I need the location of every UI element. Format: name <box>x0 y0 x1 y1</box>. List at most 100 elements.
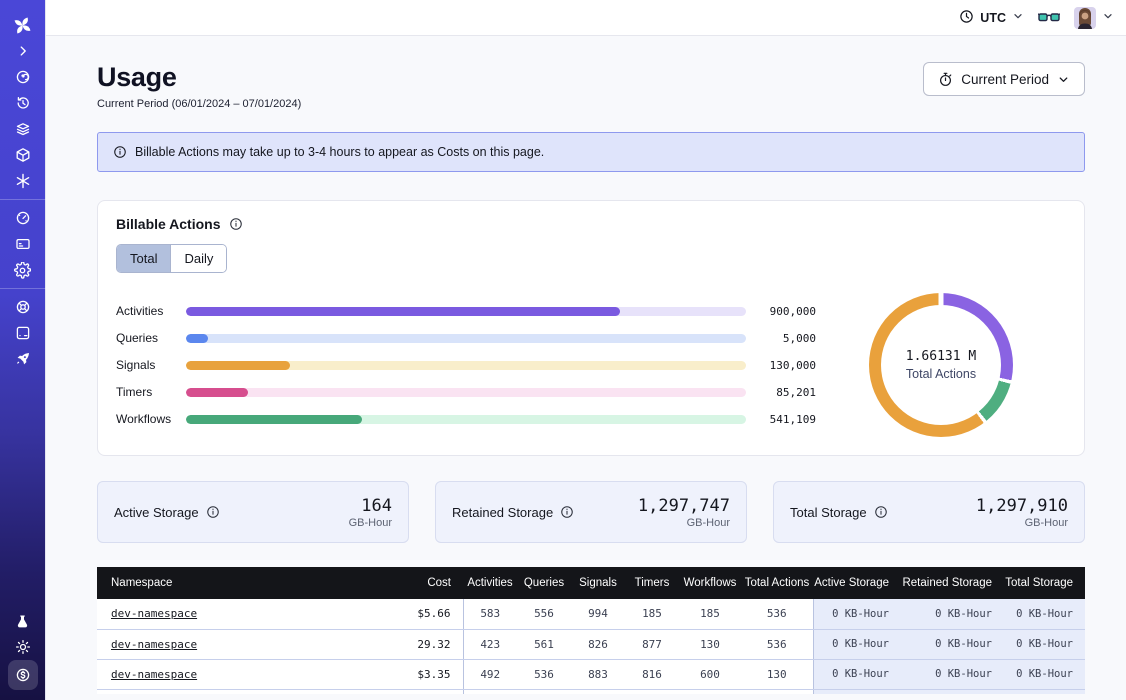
banner-text: Billable Actions may take up to 3-4 hour… <box>135 145 544 159</box>
bar-track <box>186 388 746 397</box>
column-header-cost: Cost <box>375 567 463 599</box>
bar-fill <box>186 361 290 370</box>
bar-fill <box>186 415 362 424</box>
bar-value: 541,109 <box>746 413 816 426</box>
column-header-workflows: Workflows <box>679 567 741 599</box>
namespaces-spiral-icon[interactable] <box>8 64 38 90</box>
storage-card-label: Active Storage <box>114 505 199 520</box>
support-lifebuoy-icon[interactable] <box>8 294 38 320</box>
labs-flask-icon[interactable] <box>8 608 38 634</box>
total-actions-donut: 1.66131 M Total Actions <box>816 293 1066 437</box>
cell-total-storage: 0 KB-Hour <box>1004 659 1085 689</box>
layers-icon[interactable] <box>8 116 38 142</box>
usage-dollar-icon[interactable] <box>8 660 38 690</box>
bar-fill <box>186 388 248 397</box>
namespace-link[interactable]: dev-namespace <box>111 668 197 681</box>
chevron-down-icon <box>1057 73 1070 86</box>
billing-card-icon[interactable] <box>8 231 38 257</box>
cell-queries: 536 <box>517 659 571 689</box>
stopwatch-icon <box>938 72 953 87</box>
billable-view-toggle: Total Daily <box>116 244 227 273</box>
cell-activities: 583 <box>463 599 517 629</box>
column-header-namespace: Namespace <box>97 567 375 599</box>
content: Usage Current Period (06/01/2024 – 07/01… <box>46 36 1126 694</box>
bar-value: 130,000 <box>746 359 816 372</box>
cell-timers: 877 <box>625 629 679 659</box>
info-banner: Billable Actions may take up to 3-4 hour… <box>97 132 1085 172</box>
tab-total[interactable]: Total <box>117 245 170 272</box>
info-icon[interactable] <box>874 505 888 519</box>
bar-track <box>186 361 746 370</box>
table-row: dev-namespace 29.32 423 561 826 877 130 … <box>97 629 1085 659</box>
timezone-selector[interactable]: UTC <box>959 9 1024 27</box>
retained-storage-card: Retained Storage 1,297,747 GB-Hour <box>435 481 747 543</box>
usage-gauge-icon[interactable] <box>8 205 38 231</box>
table-row-partial <box>97 689 1085 694</box>
bar-value: 900,000 <box>746 305 816 318</box>
column-header-total-storage: Total Storage <box>1004 567 1085 599</box>
docs-terminal-icon[interactable] <box>8 320 38 346</box>
deployments-cube-icon[interactable] <box>8 142 38 168</box>
info-icon[interactable] <box>560 505 574 519</box>
cell-cost: $5.66 <box>375 599 463 629</box>
bar-value: 85,201 <box>746 386 816 399</box>
clock-icon <box>959 9 974 27</box>
info-icon[interactable] <box>229 217 243 231</box>
timezone-label: UTC <box>980 11 1006 25</box>
page-title: Usage <box>97 62 301 93</box>
period-selector-button[interactable]: Current Period <box>923 62 1085 96</box>
cell-cost: 29.32 <box>375 629 463 659</box>
nexus-asterisk-icon[interactable] <box>8 168 38 194</box>
billable-actions-card: Billable Actions Total Daily Activities … <box>97 200 1085 456</box>
namespace-link[interactable]: dev-namespace <box>111 638 197 651</box>
cell-total-storage: 0 KB-Hour <box>1004 599 1085 629</box>
cell-signals: 994 <box>571 599 625 629</box>
expand-chevron-icon[interactable] <box>8 38 38 64</box>
temporal-logo-icon[interactable] <box>8 12 38 38</box>
cell-workflows: 600 <box>679 659 741 689</box>
tab-daily[interactable]: Daily <box>170 245 226 272</box>
table-row: dev-namespace $5.66 583 556 994 185 185 … <box>97 599 1085 629</box>
sidebar <box>0 0 46 700</box>
donut-center-value: 1.66131 M <box>906 349 976 364</box>
column-header-signals: Signals <box>571 567 625 599</box>
cell-active-storage: 0 KB-Hour <box>813 629 901 659</box>
bar-row-workflows: Workflows 541,109 <box>116 412 816 426</box>
user-menu[interactable] <box>1074 7 1114 29</box>
settings-gear-icon[interactable] <box>8 257 38 283</box>
cell-queries: 556 <box>517 599 571 629</box>
cell-timers: 185 <box>625 599 679 629</box>
user-avatar <box>1074 7 1096 29</box>
namespace-link[interactable]: dev-namespace <box>111 607 197 620</box>
codec-glasses-icon[interactable] <box>1038 10 1060 26</box>
cell-total-actions: 536 <box>741 599 813 629</box>
schedules-clock-icon[interactable] <box>8 90 38 116</box>
storage-card-label: Total Storage <box>790 505 867 520</box>
billable-actions-title: Billable Actions <box>116 216 221 232</box>
chevron-down-icon <box>1012 10 1024 25</box>
cell-workflows: 130 <box>679 629 741 659</box>
storage-card-label: Retained Storage <box>452 505 553 520</box>
cell-total-actions: 130 <box>741 659 813 689</box>
info-icon[interactable] <box>206 505 220 519</box>
storage-card-unit: GB-Hour <box>976 517 1068 529</box>
sidebar-divider <box>0 199 46 200</box>
column-header-retained-storage: Retained Storage <box>901 567 1004 599</box>
bar-label: Workflows <box>116 412 186 426</box>
bar-row-queries: Queries 5,000 <box>116 331 816 345</box>
bar-label: Queries <box>116 331 186 345</box>
bar-fill <box>186 307 620 316</box>
bar-row-signals: Signals 130,000 <box>116 358 816 372</box>
cell-retained-storage: 0 KB-Hour <box>901 659 1004 689</box>
cell-signals: 883 <box>571 659 625 689</box>
column-header-total-actions: Total Actions <box>741 567 813 599</box>
getting-started-rocket-icon[interactable] <box>8 346 38 372</box>
chevron-down-icon <box>1102 9 1114 27</box>
storage-card-value: 1,297,747 <box>638 496 730 516</box>
theme-sun-icon[interactable] <box>8 634 38 660</box>
column-header-active-storage: Active Storage <box>813 567 901 599</box>
bar-row-activities: Activities 900,000 <box>116 304 816 318</box>
cell-cost: $3.35 <box>375 659 463 689</box>
total-storage-card: Total Storage 1,297,910 GB-Hour <box>773 481 1085 543</box>
cell-workflows: 185 <box>679 599 741 629</box>
